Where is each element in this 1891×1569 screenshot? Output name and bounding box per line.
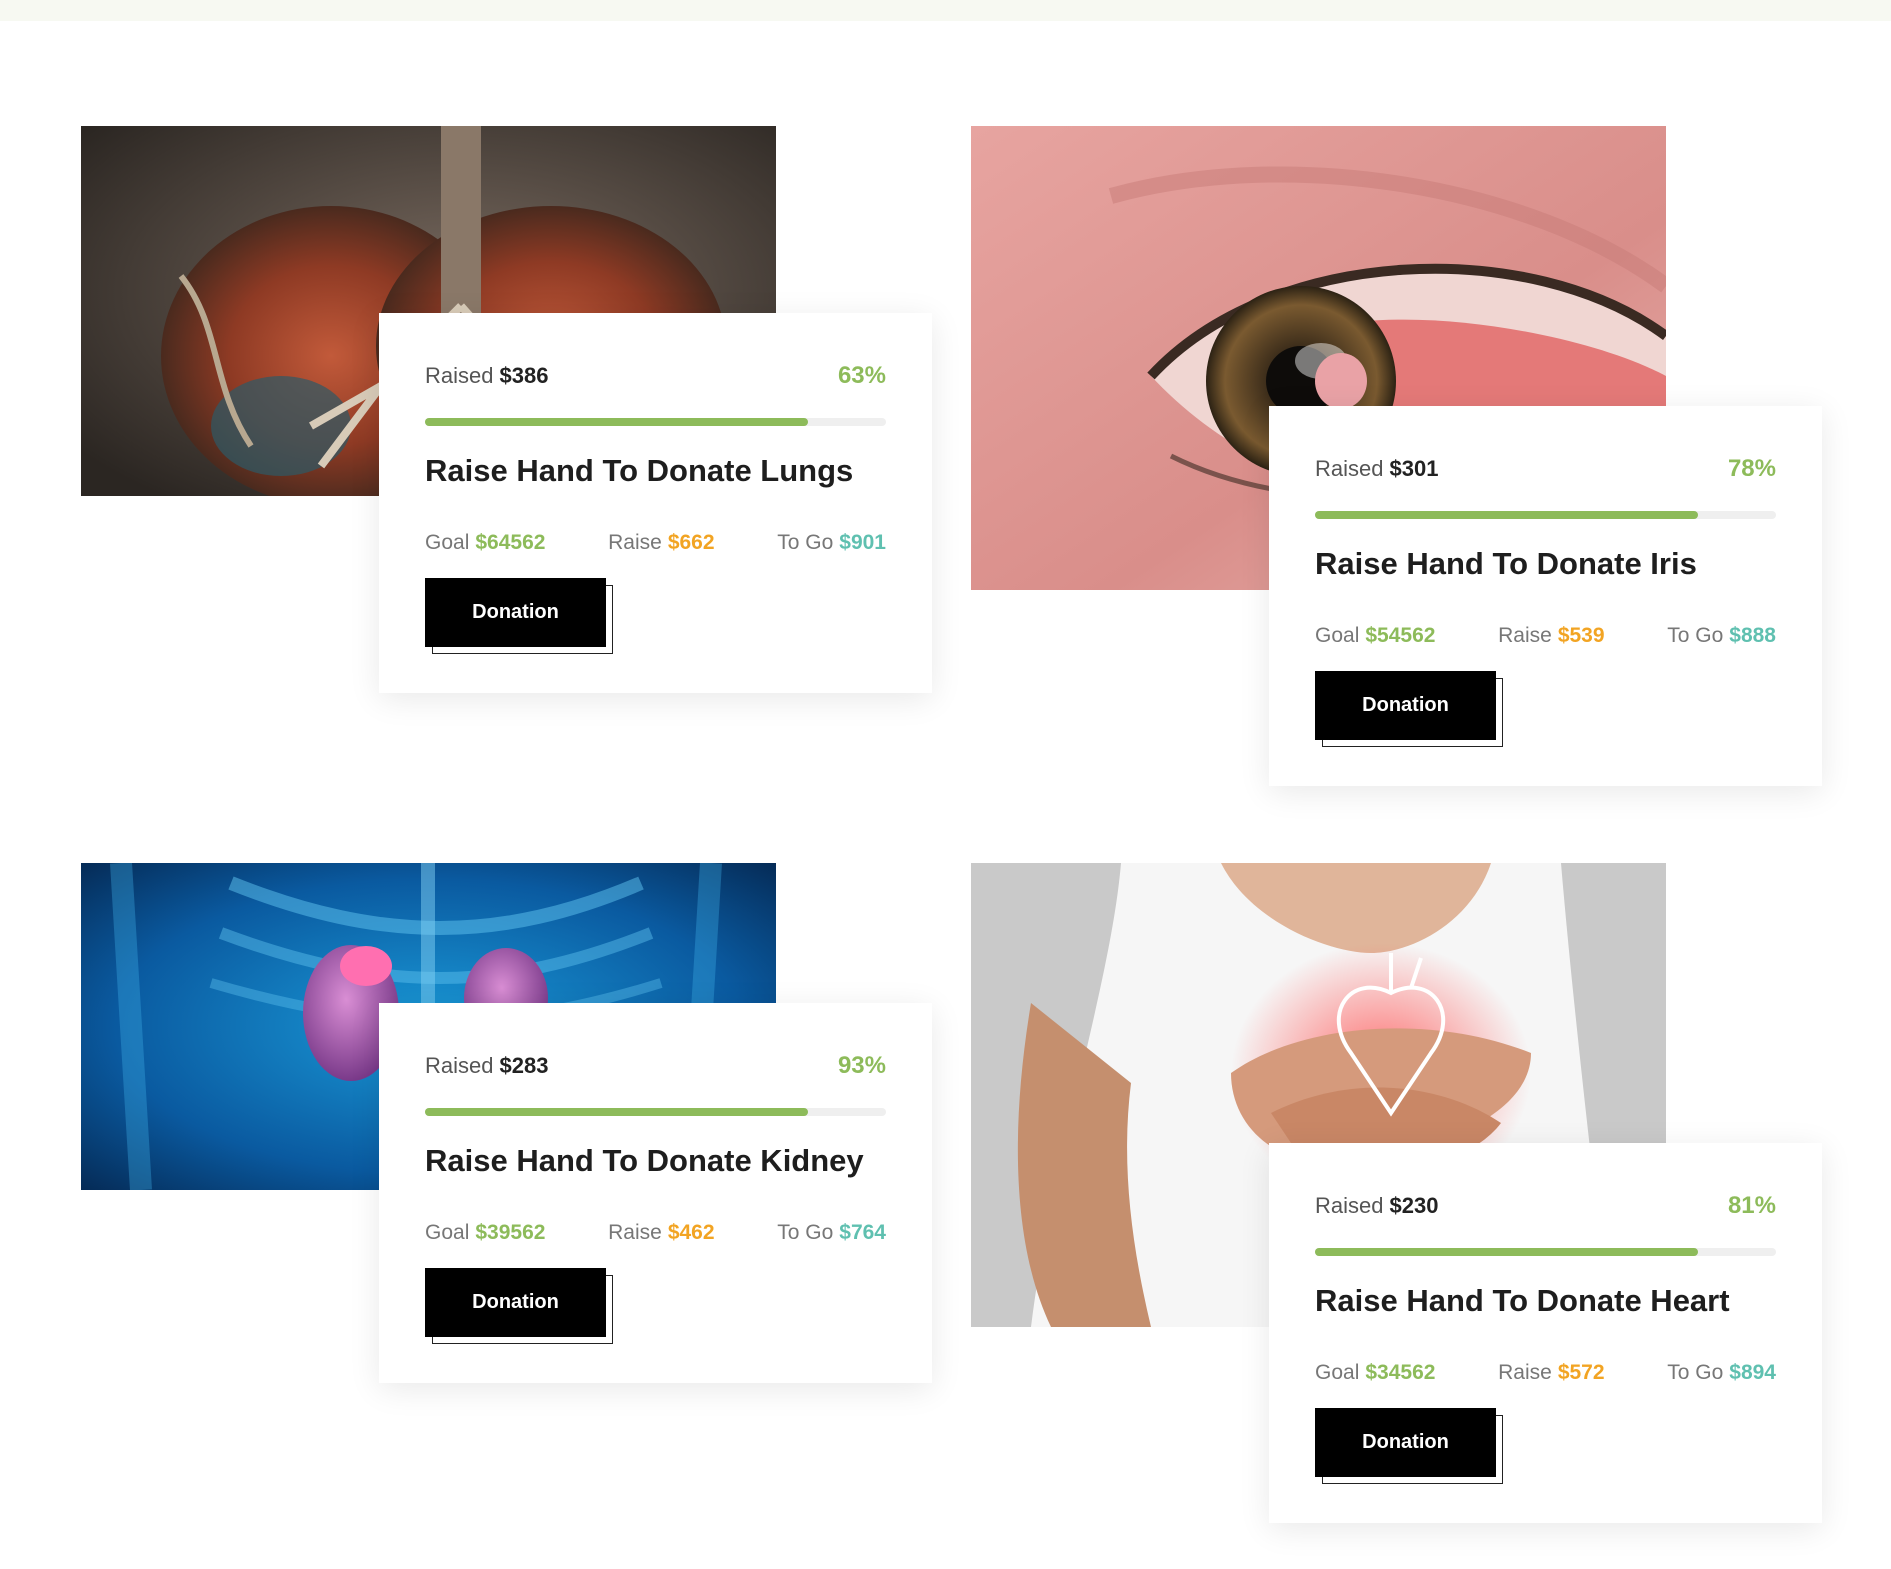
raised-amount: $283 [499,1053,549,1078]
to-go-value: $894 [1729,1361,1776,1384]
campaign-title[interactable]: Raise Hand To Donate Lungs [425,453,912,489]
raised-label: Raised [1315,456,1384,481]
progress-bar-fill [425,418,808,426]
progress-bar-fill [1315,1248,1698,1256]
progress-bar-fill [1315,511,1698,519]
raised-amount: $301 [1389,456,1439,481]
donation-card: Raised $230 81% Raise Hand To Donate Hear… [1269,1143,1822,1523]
donation-button[interactable]: Donation [425,578,606,647]
raised-label: Raised [425,363,494,388]
progress-percent: 81% [1727,1192,1776,1219]
goal-value: $34562 [1365,1361,1436,1384]
raise-value: $662 [667,531,715,554]
raised-label: Raised [1315,1193,1384,1218]
goal-stat: Goal $54562 [1315,624,1436,647]
campaign-iris: Raised $301 78% Raise Hand To Donate Iris… [971,126,1822,786]
campaign-title[interactable]: Raise Hand To Donate Iris [1315,546,1802,582]
goal-stat: Goal $34562 [1315,1361,1436,1384]
progress-bar [1315,511,1776,519]
goal-value: $54562 [1365,624,1436,647]
raise-stat: Raise $662 [608,531,715,554]
goal-value: $64562 [475,531,546,554]
campaign-title[interactable]: Raise Hand To Donate Heart [1315,1283,1802,1319]
donation-button[interactable]: Donation [425,1268,606,1337]
to-go-stat: To Go $894 [1667,1361,1776,1384]
goal-value: $39562 [475,1221,546,1244]
donation-button[interactable]: Donation [1315,1408,1496,1477]
progress-bar [425,418,886,426]
to-go-value: $764 [839,1221,886,1244]
campaign-heart: Raised $230 81% Raise Hand To Donate Hear… [971,863,1822,1523]
raised-amount: $386 [499,363,549,388]
progress-percent: 93% [837,1052,886,1079]
raise-value: $572 [1557,1361,1605,1384]
campaign-title[interactable]: Raise Hand To Donate Kidney [425,1143,912,1179]
to-go-stat: To Go $901 [777,531,886,554]
progress-bar [425,1108,886,1116]
raised-label: Raised [425,1053,494,1078]
raise-stat: Raise $572 [1498,1361,1605,1384]
donation-card: Raised $301 78% Raise Hand To Donate Iris… [1269,406,1822,786]
progress-bar [1315,1248,1776,1256]
donation-card: Raised $283 93% Raise Hand To Donate Kidn… [379,1003,932,1383]
top-strip [0,0,1891,21]
to-go-value: $888 [1729,624,1776,647]
donation-button[interactable]: Donation [1315,671,1496,740]
raise-stat: Raise $539 [1498,624,1605,647]
to-go-stat: To Go $764 [777,1221,886,1244]
donation-card: Raised $386 63% Raise Hand To Donate Lung… [379,313,932,693]
progress-bar-fill [425,1108,808,1116]
campaign-kidney: Raised $283 93% Raise Hand To Donate Kidn… [81,863,932,1383]
goal-stat: Goal $39562 [425,1221,546,1244]
campaign-lungs: Raised $386 63% Raise Hand To Donate Lung… [81,126,932,696]
progress-percent: 78% [1727,455,1776,482]
goal-stat: Goal $64562 [425,531,546,554]
progress-percent: 63% [837,362,886,389]
raised-amount: $230 [1389,1193,1439,1218]
to-go-value: $901 [839,531,886,554]
raise-stat: Raise $462 [608,1221,715,1244]
raise-value: $539 [1557,624,1605,647]
raise-value: $462 [667,1221,715,1244]
to-go-stat: To Go $888 [1667,624,1776,647]
